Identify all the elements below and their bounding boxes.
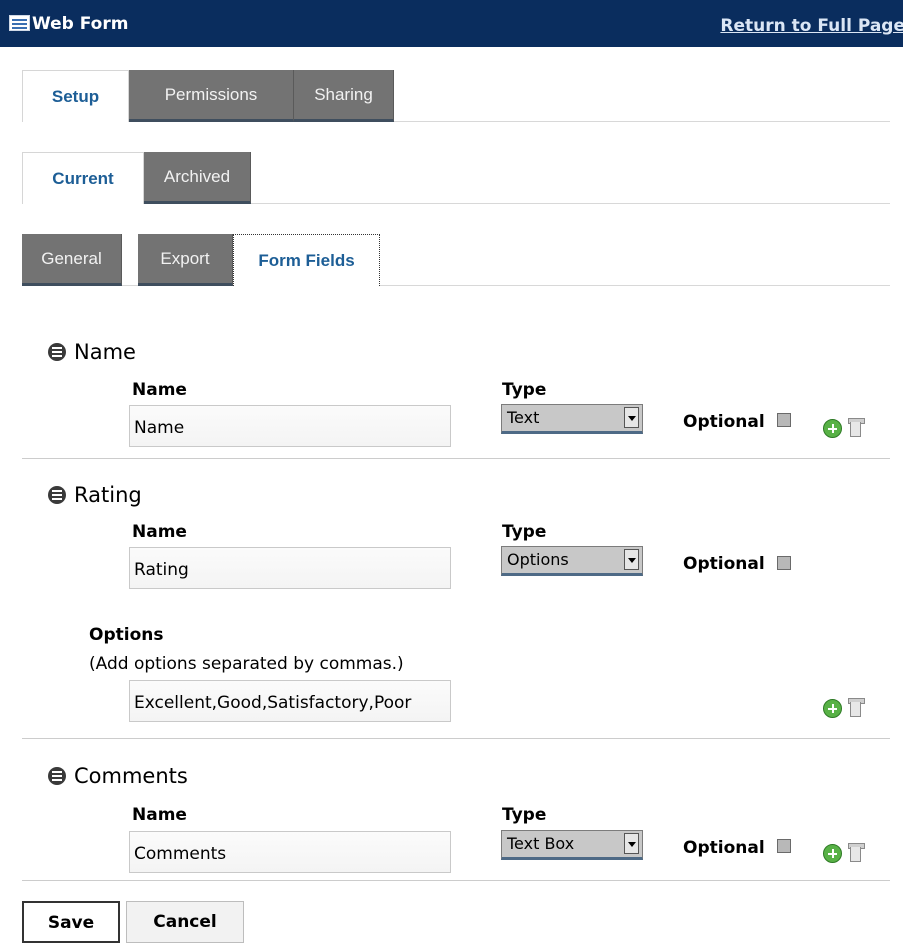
return-to-full-page-link[interactable]: Return to Full Page xyxy=(720,16,903,36)
type-label: Type xyxy=(502,805,547,825)
name-label: Name xyxy=(132,805,187,825)
top-tab-bar: Setup Permissions Sharing xyxy=(22,70,890,122)
cancel-button[interactable]: Cancel xyxy=(126,901,244,943)
add-icon[interactable] xyxy=(823,844,842,863)
type-select[interactable]: Text Box xyxy=(501,830,643,860)
drag-handle-icon[interactable] xyxy=(48,486,66,504)
optional-label: Optional xyxy=(683,554,765,574)
chevron-down-icon[interactable] xyxy=(624,407,639,428)
type-label: Type xyxy=(502,380,547,400)
optional-checkbox[interactable] xyxy=(777,839,791,853)
delete-icon[interactable] xyxy=(848,698,865,718)
add-icon[interactable] xyxy=(823,699,842,718)
chevron-down-icon[interactable] xyxy=(624,549,639,570)
section-tab-bar: General Export Form Fields xyxy=(22,234,890,286)
tab-archived[interactable]: Archived xyxy=(144,152,251,204)
tab-setup[interactable]: Setup xyxy=(22,70,129,122)
options-label: Options xyxy=(89,625,164,645)
optional-checkbox[interactable] xyxy=(777,413,791,427)
type-select-value: Options xyxy=(507,550,569,569)
field-divider xyxy=(22,738,890,739)
tab-sharing[interactable]: Sharing xyxy=(294,70,394,122)
tab-form-fields[interactable]: Form Fields xyxy=(233,234,380,286)
drag-handle-icon[interactable] xyxy=(48,767,66,785)
options-input[interactable]: Excellent,Good,Satisfactory,Poor xyxy=(129,680,451,722)
delete-icon[interactable] xyxy=(848,418,865,438)
type-select[interactable]: Text xyxy=(501,404,643,434)
tab-export[interactable]: Export xyxy=(138,234,233,286)
state-tab-bar: Current Archived xyxy=(22,152,890,204)
save-button[interactable]: Save xyxy=(22,901,120,943)
title-bar: Web Form Return to Full Page xyxy=(0,0,903,47)
optional-label: Optional xyxy=(683,838,765,858)
add-icon[interactable] xyxy=(823,419,842,438)
type-select-value: Text xyxy=(507,408,540,427)
chevron-down-icon[interactable] xyxy=(624,833,639,854)
field-title: Name xyxy=(74,340,136,364)
field-name-input[interactable]: Comments xyxy=(129,831,451,873)
name-label: Name xyxy=(132,380,187,400)
name-label: Name xyxy=(132,522,187,542)
field-name-input[interactable]: Name xyxy=(129,405,451,447)
field-divider xyxy=(22,458,890,459)
optional-label: Optional xyxy=(683,412,765,432)
type-label: Type xyxy=(502,522,547,542)
field-title: Rating xyxy=(74,483,142,507)
tab-current[interactable]: Current xyxy=(22,152,144,204)
delete-icon[interactable] xyxy=(848,843,865,863)
tab-general[interactable]: General xyxy=(22,234,122,286)
optional-checkbox[interactable] xyxy=(777,556,791,570)
field-divider xyxy=(22,880,890,881)
type-select-value: Text Box xyxy=(507,834,575,853)
form-icon xyxy=(9,15,30,31)
options-hint: (Add options separated by commas.) xyxy=(89,654,404,674)
drag-handle-icon[interactable] xyxy=(48,343,66,361)
tab-permissions[interactable]: Permissions xyxy=(129,70,294,122)
window-title: Web Form xyxy=(32,14,129,34)
field-title: Comments xyxy=(74,764,188,788)
field-name-input[interactable]: Rating xyxy=(129,547,451,589)
type-select[interactable]: Options xyxy=(501,546,643,576)
